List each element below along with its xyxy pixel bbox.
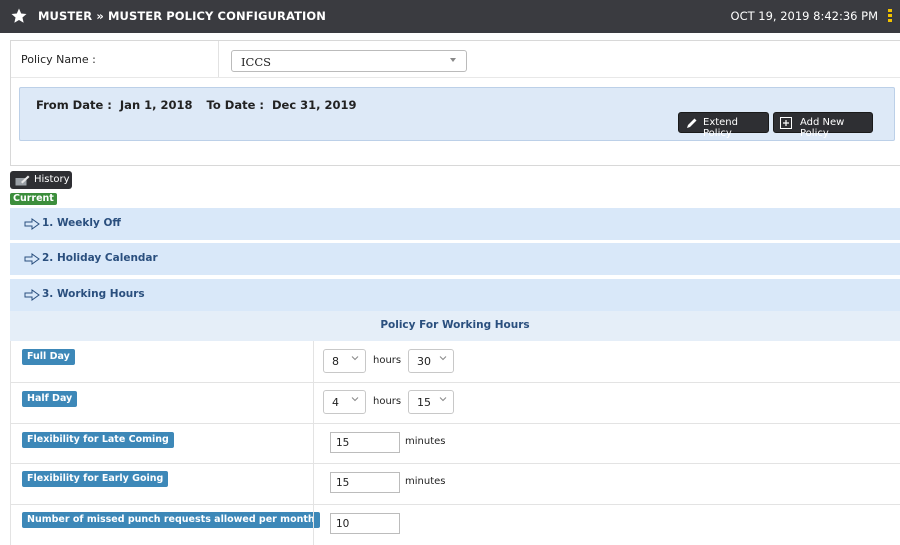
input-value: 15 xyxy=(336,477,350,489)
full-day-hours-select[interactable]: 8 xyxy=(323,349,366,373)
input-value: 10 xyxy=(336,518,350,530)
extend-policy-label: Extend Policy xyxy=(703,117,738,139)
current-datetime: OCT 19, 2019 8:42:36 PM xyxy=(730,9,878,23)
column-divider xyxy=(313,424,314,463)
add-new-policy-label: Add New Policy xyxy=(800,117,845,139)
working-hours-heading: Policy For Working Hours xyxy=(10,311,900,341)
field-label-late-coming: Flexibility for Late Coming xyxy=(22,432,174,448)
column-divider xyxy=(313,341,314,382)
more-options-icon[interactable] xyxy=(888,9,892,23)
column-divider xyxy=(313,505,314,545)
chevron-down-icon xyxy=(439,397,447,402)
chevron-down-icon xyxy=(450,58,456,62)
divider xyxy=(218,41,219,77)
history-button[interactable]: History xyxy=(10,171,72,189)
policy-name-value: ICCS xyxy=(241,55,272,69)
select-value: 8 xyxy=(332,355,339,368)
chevron-down-icon xyxy=(439,356,447,361)
to-date-label: To Date : xyxy=(206,98,264,112)
row-border xyxy=(10,341,11,382)
policy-date-range: From Date : Jan 1, 2018 To Date : Dec 31… xyxy=(19,87,895,141)
top-bar: MUSTER » MUSTER POLICY CONFIGURATION OCT… xyxy=(0,0,900,33)
select-value: 15 xyxy=(417,396,431,409)
early-going-input[interactable]: 15 xyxy=(330,472,400,493)
half-day-hours-select[interactable]: 4 xyxy=(323,390,366,414)
table-row: Number of missed punch requests allowed … xyxy=(10,505,900,545)
plus-square-icon xyxy=(780,117,792,129)
field-label-half-day: Half Day xyxy=(22,391,78,407)
divider xyxy=(11,77,900,78)
select-value: 4 xyxy=(332,396,339,409)
missed-punch-input[interactable]: 10 xyxy=(330,513,400,534)
policy-name-select[interactable]: ICCS xyxy=(231,50,467,72)
full-day-minutes-select[interactable]: 30 xyxy=(408,349,454,373)
pencil-icon xyxy=(687,118,697,128)
late-coming-input[interactable]: 15 xyxy=(330,432,400,453)
minutes-unit: minutes xyxy=(405,476,446,487)
column-divider xyxy=(313,464,314,504)
arrow-right-icon xyxy=(24,218,40,230)
policy-panel: Policy Name : ICCS From Date : Jan 1, 20… xyxy=(10,40,900,166)
half-day-minutes-select[interactable]: 15 xyxy=(408,390,454,414)
section-weekly-off[interactable]: 1. Weekly Off xyxy=(10,207,900,240)
select-value: 30 xyxy=(417,355,431,368)
minutes-unit: minutes xyxy=(405,436,446,447)
row-border xyxy=(10,464,11,504)
section-label: 1. Weekly Off xyxy=(42,217,121,229)
input-value: 15 xyxy=(336,437,350,449)
section-label: 2. Holiday Calendar xyxy=(42,252,158,264)
table-row: Flexibility for Late Coming 15 minutes xyxy=(10,424,900,464)
chevron-down-icon xyxy=(351,397,359,402)
to-date-value: Dec 31, 2019 xyxy=(272,98,357,112)
section-working-hours[interactable]: 3. Working Hours xyxy=(10,278,900,311)
row-border xyxy=(10,505,11,545)
section-label: 3. Working Hours xyxy=(42,288,145,300)
row-border xyxy=(10,383,11,423)
arrow-right-icon xyxy=(24,289,40,301)
table-row: Full Day 8 hours 30 xyxy=(10,341,900,383)
working-hours-heading-text: Policy For Working Hours xyxy=(380,319,530,331)
table-row: Half Day 4 hours 15 xyxy=(10,383,900,424)
section-holiday-calendar[interactable]: 2. Holiday Calendar xyxy=(10,242,900,275)
field-label-early-going: Flexibility for Early Going xyxy=(22,471,169,487)
field-label-full-day: Full Day xyxy=(22,349,75,365)
from-date-label: From Date : xyxy=(36,98,112,112)
current-badge: Current xyxy=(10,193,57,205)
table-row: Flexibility for Early Going 15 minutes xyxy=(10,464,900,505)
chevron-down-icon xyxy=(351,356,359,361)
date-range-text: From Date : Jan 1, 2018 To Date : Dec 31… xyxy=(36,98,361,112)
history-label: History xyxy=(34,174,70,185)
page-title: MUSTER » MUSTER POLICY CONFIGURATION xyxy=(38,9,327,23)
from-date-value: Jan 1, 2018 xyxy=(119,98,193,112)
column-divider xyxy=(313,383,314,423)
row-border xyxy=(10,424,11,463)
history-edit-icon xyxy=(15,175,30,186)
hours-unit: hours xyxy=(373,396,402,407)
hours-unit: hours xyxy=(373,355,402,366)
policy-name-label: Policy Name : xyxy=(21,53,96,66)
extend-policy-button[interactable]: Extend Policy xyxy=(678,112,769,139)
arrow-right-icon xyxy=(24,253,40,265)
add-new-policy-button[interactable]: Add New Policy xyxy=(773,112,873,139)
star-icon[interactable] xyxy=(10,7,28,25)
field-label-missed-punch: Number of missed punch requests allowed … xyxy=(22,512,320,528)
